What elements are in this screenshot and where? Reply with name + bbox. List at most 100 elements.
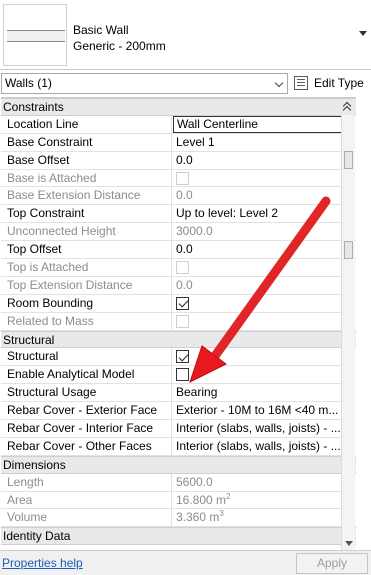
type-family-label: Basic Wall (73, 23, 129, 37)
property-row: Base is Attached (1, 169, 356, 188)
type-dropdown-arrow-icon[interactable] (359, 31, 367, 36)
property-row: Length 5600.0 (1, 473, 356, 492)
group-title: Dimensions (3, 457, 66, 472)
property-value-text: 0.0 (176, 152, 193, 167)
property-value-text: Interior (slabs, walls, joists) - ... (176, 421, 341, 436)
type-selector[interactable]: Basic Wall Generic - 200mm (0, 0, 371, 70)
group-header[interactable]: Dimensions (1, 455, 356, 474)
property-value-text: 0.0 (176, 277, 193, 292)
property-name: Related to Mass (1, 312, 172, 330)
property-row: Rebar Cover - Other Faces Interior (slabs… (1, 437, 356, 456)
property-name: Base Offset (1, 151, 172, 169)
checkbox[interactable] (176, 350, 189, 364)
property-name: Rebar Cover - Other Faces (1, 437, 172, 455)
unit-superscript: 3 (219, 509, 224, 519)
property-value[interactable]: Level 1 (173, 134, 343, 151)
property-name: Volume (1, 509, 172, 527)
property-name: Location Line (1, 115, 172, 133)
checkbox (176, 314, 189, 328)
edit-type-icon (294, 76, 308, 90)
properties-help-link[interactable]: Properties help (2, 556, 83, 570)
group-title: Constraints (3, 100, 64, 114)
property-value-text: Level 1 (176, 134, 215, 149)
collapse-icon[interactable] (342, 101, 352, 113)
chevron-down-icon (274, 78, 284, 88)
property-value[interactable]: Bearing (173, 384, 343, 401)
property-checkbox-cell[interactable] (173, 348, 343, 365)
instance-filter-select[interactable]: Walls (1) (1, 73, 288, 94)
apply-button[interactable]: Apply (296, 553, 368, 574)
property-row: Rebar Cover - Interior Face Interior (sla… (1, 420, 356, 438)
property-row: Volume 3.360 m3 (1, 509, 356, 528)
property-value[interactable]: 0.0 (173, 152, 343, 169)
property-name: Room Bounding (1, 294, 172, 312)
group-header[interactable]: Identity Data (1, 527, 356, 546)
property-value: 0.0 (173, 187, 343, 204)
property-value: 0.0 (173, 277, 343, 294)
property-row: Rebar Cover - Exterior Face Exterior - 10… (1, 402, 356, 421)
property-row: Structural Usage Bearing (1, 384, 356, 403)
group-title: Structural (3, 332, 55, 347)
property-row: Location Line Wall Centerline (1, 115, 356, 134)
property-checkbox-cell[interactable] (173, 295, 343, 312)
property-name: Top is Attached (1, 259, 172, 276)
property-row: Related to Mass (1, 312, 356, 331)
property-row: Base Constraint Level 1 (1, 133, 356, 152)
group-header[interactable]: Constraints (1, 98, 356, 116)
property-name: Top Offset (1, 241, 172, 259)
group-header[interactable]: Structural (1, 330, 356, 349)
property-row: Room Bounding (1, 294, 356, 313)
edit-type-label: Edit Type (314, 76, 364, 90)
property-value-text: Bearing (176, 385, 218, 400)
property-name: Length (1, 473, 172, 491)
property-value-text: Wall Centerline (177, 116, 258, 131)
property-checkbox-cell[interactable] (173, 366, 343, 383)
property-value-text: 3000.0 (176, 224, 213, 239)
property-value: 5600.0 (173, 474, 343, 491)
property-value[interactable]: Interior (slabs, walls, joists) - ... (173, 420, 343, 437)
wall-type-thumbnail (3, 4, 67, 66)
property-value-text: Interior (slabs, walls, joists) - ... (176, 438, 341, 453)
scrollbar-tick (344, 151, 353, 169)
property-row: Base Extension Distance 0.0 (1, 187, 356, 206)
property-value: 3000.0 (173, 223, 343, 240)
property-value-text: 0.0 (176, 242, 193, 257)
wall-preview-icon (7, 30, 65, 42)
property-name: Base is Attached (1, 169, 172, 187)
property-row: Enable Analytical Model (1, 366, 356, 385)
group-title: Identity Data (3, 529, 71, 544)
property-value-text: 5600.0 (176, 474, 213, 489)
property-name: Top Extension Distance (1, 276, 172, 294)
checkbox[interactable] (176, 368, 189, 382)
type-name-label: Generic - 200mm (73, 39, 166, 53)
property-value-text: 16.800 m (176, 492, 227, 507)
checkbox[interactable] (176, 296, 189, 310)
properties-grid: Constraints Location Line Wall Centerline B… (1, 97, 356, 550)
property-checkbox-cell (173, 313, 343, 330)
property-value[interactable]: 0.0 (173, 241, 343, 258)
property-value: 3.360 m3 (173, 509, 343, 526)
checkbox (176, 171, 189, 185)
edit-type-button[interactable]: Edit Type (293, 73, 369, 94)
property-row: Area 16.800 m2 (1, 491, 356, 510)
property-row: Top is Attached (1, 259, 356, 277)
property-checkbox-cell (173, 170, 343, 187)
property-name: Enable Analytical Model (1, 366, 172, 384)
property-value[interactable]: Exterior - 10M to 16M <40 m... (173, 402, 343, 419)
property-value[interactable]: Interior (slabs, walls, joists) - ... (173, 438, 343, 455)
property-value-text: Up to level: Level 2 (176, 206, 279, 221)
properties-footer: Properties help Apply (0, 550, 371, 575)
property-value[interactable]: Wall Centerline (173, 115, 343, 133)
property-checkbox-cell (173, 259, 343, 276)
properties-scrollbar[interactable] (341, 115, 355, 550)
checkbox (176, 261, 189, 275)
property-row: Base Offset 0.0 (1, 151, 356, 170)
property-name: Structural (1, 348, 172, 366)
property-row: Top Constraint Up to level: Level 2 (1, 205, 356, 224)
property-name: Top Constraint (1, 205, 172, 223)
property-value[interactable]: Up to level: Level 2 (173, 205, 343, 222)
scroll-down-icon[interactable] (345, 541, 353, 546)
property-value-text: Exterior - 10M to 16M <40 m... (176, 403, 339, 418)
property-name: Rebar Cover - Exterior Face (1, 402, 172, 420)
property-name: Base Constraint (1, 133, 172, 151)
